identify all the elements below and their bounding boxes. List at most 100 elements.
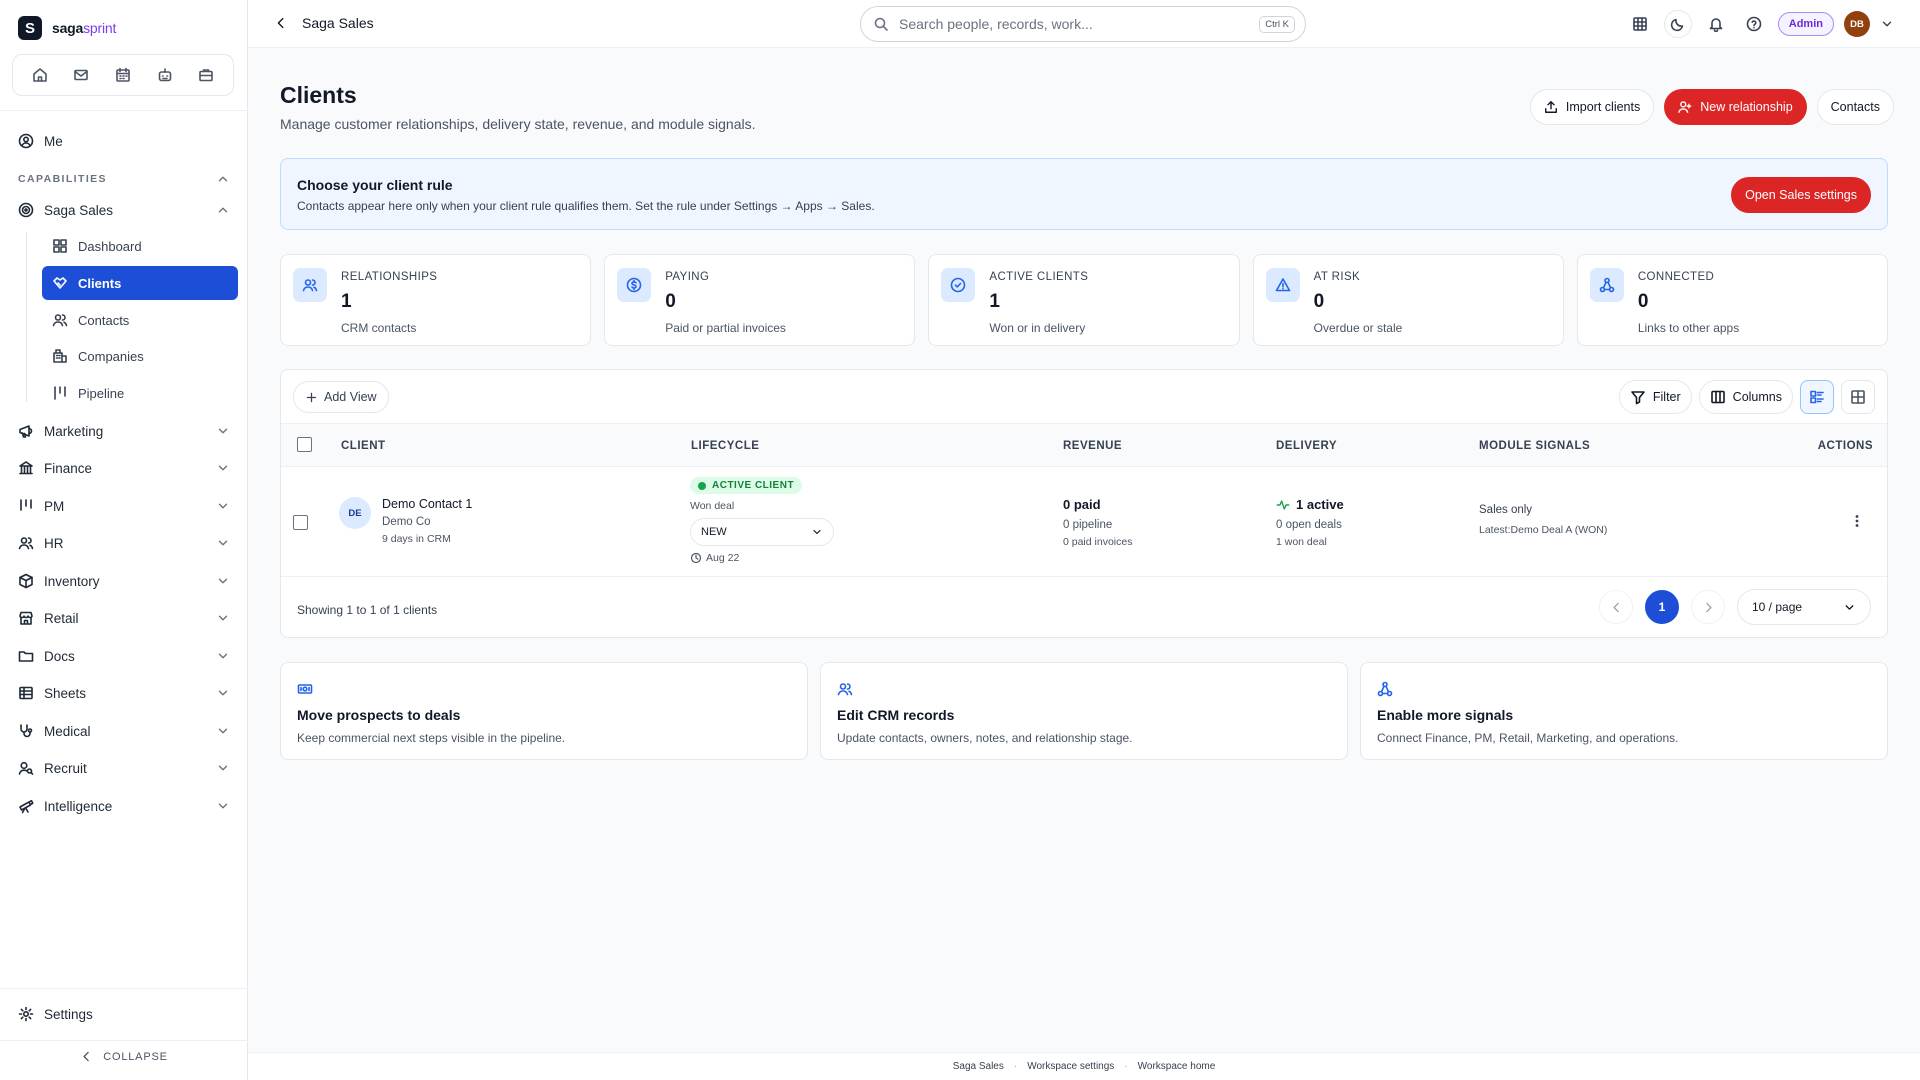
client-name[interactable]: Demo Contact 1	[382, 497, 472, 511]
sidebar-item-pipeline[interactable]: Pipeline	[42, 376, 238, 410]
sidebar-item-companies[interactable]: Companies	[42, 339, 238, 373]
stat-card-relationships: RELATIONSHIPS 1 CRM contacts	[280, 254, 592, 346]
stat-value: 1	[341, 291, 352, 312]
card-enable-signals[interactable]: Enable more signals Connect Finance, PM,…	[1360, 662, 1888, 760]
home-icon[interactable]	[26, 61, 54, 89]
page-size-select[interactable]: 10 / page	[1737, 589, 1871, 625]
nav-item-label: HR	[44, 535, 64, 551]
contacts-button[interactable]: Contacts	[1816, 89, 1894, 125]
people-icon	[18, 537, 34, 550]
button-label: New relationship	[1700, 100, 1793, 114]
chevron-left-icon	[1612, 602, 1619, 612]
new-relationship-button[interactable]: New relationship	[1664, 89, 1807, 125]
nav-item-finance[interactable]: Finance	[18, 454, 230, 482]
nav-item-retail[interactable]: Retail	[18, 604, 230, 632]
nav-item-settings[interactable]: Settings	[18, 1000, 230, 1028]
next-page-button[interactable]	[1691, 590, 1725, 624]
apps-grid-icon[interactable]	[1626, 10, 1654, 38]
prev-page-button[interactable]	[1599, 590, 1633, 624]
card-move-prospects[interactable]: Move prospects to deals Keep commercial …	[280, 662, 808, 760]
row-actions-button[interactable]	[1849, 513, 1865, 529]
telescope-icon	[19, 799, 34, 814]
column-header-delivery[interactable]: DELIVERY	[1276, 440, 1337, 452]
row-checkbox[interactable]	[293, 515, 308, 530]
help-icon[interactable]	[1740, 10, 1768, 38]
nav-item-intelligence[interactable]: Intelligence	[18, 792, 230, 820]
moon-icon[interactable]	[1663, 10, 1692, 38]
page-size-value: 10 / page	[1752, 600, 1803, 614]
nav-item-saga-sales[interactable]: Saga Sales	[18, 196, 230, 224]
stat-card-connected: CONNECTED 0 Links to other apps	[1576, 254, 1889, 346]
nav-item-recruit[interactable]: Recruit	[18, 754, 230, 782]
delivery-won-deals: 1 won deal	[1276, 536, 1327, 548]
import-clients-button[interactable]: Import clients	[1529, 89, 1655, 125]
pagination-summary: Showing 1 to 1 of 1 clients	[297, 603, 438, 617]
nav-item-label: Docs	[44, 648, 75, 664]
nav-item-marketing[interactable]: Marketing	[18, 417, 230, 445]
collapse-sidebar-button[interactable]: COLLAPSE	[0, 1050, 248, 1063]
nav-item-hr[interactable]: HR	[18, 529, 230, 557]
card-edit-crm[interactable]: Edit CRM records Update contacts, owners…	[820, 662, 1348, 760]
select-all-checkbox[interactable]	[297, 437, 312, 452]
bell-icon[interactable]	[1702, 10, 1730, 38]
stat-card-active-clients: ACTIVE CLIENTS 1 Won or in delivery	[928, 254, 1240, 346]
nav-item-me[interactable]: Me	[18, 127, 230, 155]
upload-icon	[1544, 101, 1557, 113]
nav-item-label: Medical	[44, 723, 91, 739]
open-sales-settings-button[interactable]: Open Sales settings	[1731, 177, 1871, 213]
button-label: Filter	[1652, 390, 1681, 404]
more-vertical-icon	[1855, 515, 1859, 527]
nav-item-medical[interactable]: Medical	[18, 717, 230, 745]
nav-item-pm[interactable]: PM	[18, 492, 230, 520]
column-header-lifecycle[interactable]: LIFECYCLE	[691, 440, 759, 452]
stat-label: RELATIONSHIPS	[341, 271, 438, 283]
filter-button[interactable]: Filter	[1618, 380, 1692, 414]
users-icon	[52, 314, 68, 327]
signal-latest: Latest:Demo Deal A (WON)	[1479, 524, 1608, 536]
clients-table-card: Add View Filter Columns CLIENT LIFECYCLE…	[280, 369, 1888, 638]
nav-item-sheets[interactable]: Sheets	[18, 679, 230, 707]
card-title: Edit CRM records	[837, 707, 955, 723]
sidebar-item-clients[interactable]: Clients	[42, 266, 238, 300]
footer-link-workspace-settings[interactable]: Workspace settings	[1027, 1061, 1114, 1072]
calendar-icon[interactable]	[109, 61, 137, 89]
capabilities-section-header[interactable]: CAPABILITIES	[18, 172, 230, 186]
columns-button[interactable]: Columns	[1698, 380, 1793, 414]
user-avatar[interactable]: DB	[1844, 11, 1870, 37]
column-header-client[interactable]: CLIENT	[341, 440, 386, 452]
table-row[interactable]: DE Demo Contact 1 Demo Co 9 days in CRM …	[281, 467, 1887, 577]
nav-item-label: Me	[44, 133, 63, 149]
footer-link-workspace-home[interactable]: Workspace home	[1138, 1061, 1216, 1072]
chevron-down-icon	[216, 424, 230, 438]
column-header-revenue[interactable]: REVENUE	[1063, 440, 1122, 452]
chevron-down-icon[interactable]	[1880, 17, 1894, 31]
kanban-icon	[20, 499, 32, 511]
back-link[interactable]: Saga Sales	[274, 15, 374, 31]
chevron-down-icon	[216, 799, 230, 813]
admin-badge[interactable]: Admin	[1777, 12, 1834, 36]
stage-select[interactable]: NEW	[690, 518, 834, 546]
search-input[interactable]	[899, 16, 1250, 32]
nav-item-inventory[interactable]: Inventory	[18, 567, 230, 595]
nav-item-docs[interactable]: Docs	[18, 642, 230, 670]
list-view-toggle[interactable]	[1800, 380, 1834, 414]
sidebar-item-contacts[interactable]: Contacts	[42, 303, 238, 337]
column-header-module-signals[interactable]: MODULE SIGNALS	[1479, 440, 1590, 452]
sidebar-item-dashboard[interactable]: Dashboard	[42, 229, 238, 263]
brand-logo[interactable]: S sagasprint	[18, 16, 116, 40]
grid-view-icon	[1851, 390, 1865, 404]
plus-icon	[306, 392, 317, 402]
user-search-icon	[18, 761, 34, 775]
stats-row: RELATIONSHIPS 1 CRM contacts PAYING 0 Pa…	[280, 254, 1889, 346]
briefcase-icon[interactable]	[192, 61, 220, 89]
top-bar: Saga Sales Ctrl K Admin DB	[248, 0, 1920, 48]
mail-icon[interactable]	[67, 61, 95, 89]
page-button-current[interactable]: 1	[1645, 590, 1679, 624]
footer-link-saga-sales[interactable]: Saga Sales	[953, 1061, 1004, 1072]
warning-icon	[1265, 268, 1300, 302]
grid-view-toggle[interactable]	[1841, 380, 1875, 414]
bot-icon[interactable]	[151, 61, 179, 89]
card-description: Update contacts, owners, notes, and rela…	[837, 731, 1133, 745]
add-view-button[interactable]: Add View	[293, 381, 389, 413]
button-label: Columns	[1732, 390, 1782, 404]
